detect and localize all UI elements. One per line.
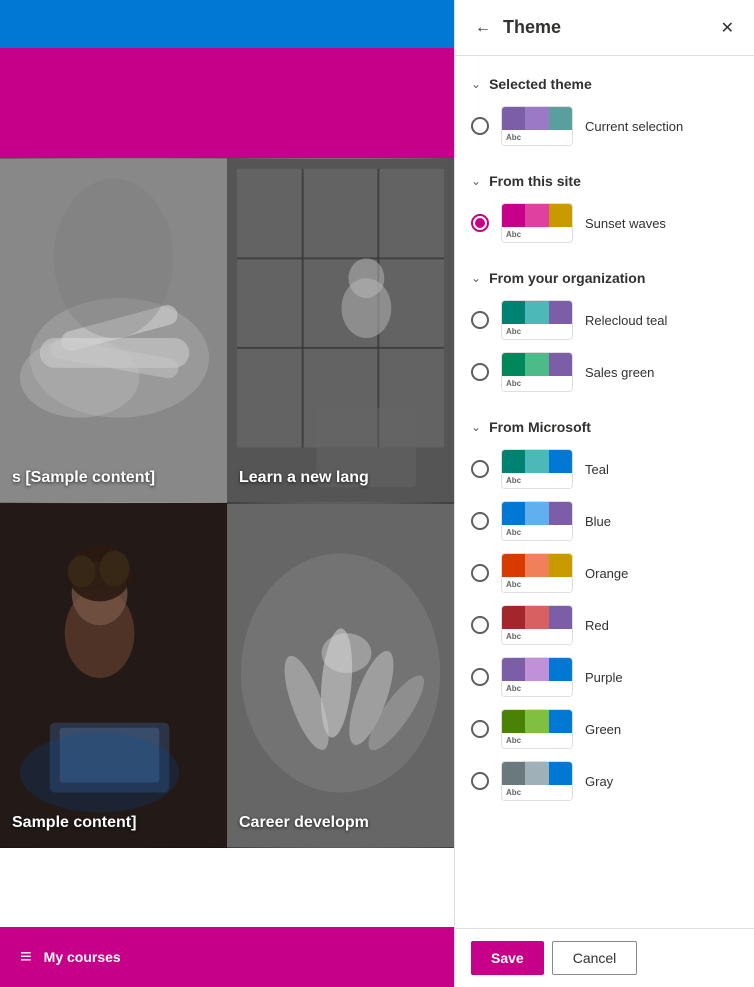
chevron-from-your-org: ⌄ — [471, 271, 481, 285]
theme-label-red: Red — [585, 618, 609, 633]
swatch-green: Abc — [501, 709, 573, 749]
chevron-from-this-site: ⌄ — [471, 174, 481, 188]
close-button[interactable]: ✕ — [717, 14, 738, 42]
swatch-sunset-waves: Abc — [501, 203, 573, 243]
radio-purple[interactable] — [471, 668, 489, 686]
theme-item-teal: Abc Teal — [455, 443, 754, 495]
theme-item-blue: Abc Blue — [455, 495, 754, 547]
theme-item-sales-green: Abc Sales green — [455, 346, 754, 398]
theme-panel: ← Theme ✕ ⌄ Selected theme Abc Current s… — [454, 0, 754, 987]
chevron-from-microsoft: ⌄ — [471, 420, 481, 434]
swatch-red: Abc — [501, 605, 573, 645]
grid-cell-label-2: Sample content] — [12, 814, 136, 832]
theme-label-blue: Blue — [585, 514, 611, 529]
save-button[interactable]: Save — [471, 941, 544, 975]
back-button[interactable]: ← — [471, 15, 495, 41]
section-from-your-org[interactable]: ⌄ From your organization — [455, 258, 754, 294]
section-label-selected-theme: Selected theme — [489, 76, 592, 92]
grid-cell-label-1: Learn a new lang — [239, 469, 369, 487]
radio-teal[interactable] — [471, 460, 489, 478]
swatch-gray: Abc — [501, 761, 573, 801]
section-label-from-your-org: From your organization — [489, 270, 645, 286]
swatch-current-selection: Abc — [501, 106, 573, 146]
panel-title: Theme — [503, 17, 561, 38]
pink-bar — [0, 48, 454, 158]
radio-current-selection[interactable] — [471, 117, 489, 135]
theme-label-gray: Gray — [585, 774, 613, 789]
grid-cell-handshake: s [Sample content] — [0, 158, 227, 503]
chevron-selected-theme: ⌄ — [471, 77, 481, 91]
section-label-from-this-site: From this site — [489, 173, 581, 189]
radio-green[interactable] — [471, 720, 489, 738]
grid-cell-teamwork: Career developm — [227, 503, 454, 848]
theme-label-orange: Orange — [585, 566, 628, 581]
theme-item-sunset-waves: Abc Sunset waves — [455, 197, 754, 249]
theme-item-gray: Abc Gray — [455, 755, 754, 807]
theme-label-relecloud-teal: Relecloud teal — [585, 313, 667, 328]
theme-label-sales-green: Sales green — [585, 365, 654, 380]
radio-red[interactable] — [471, 616, 489, 634]
section-from-this-site[interactable]: ⌄ From this site — [455, 161, 754, 197]
left-content-area: s [Sample content] Learn a new lang — [0, 0, 454, 987]
theme-item-red: Abc Red — [455, 599, 754, 651]
my-courses-label: My courses — [44, 949, 121, 965]
swatch-teal: Abc — [501, 449, 573, 489]
swatch-orange: Abc — [501, 553, 573, 593]
theme-label-teal: Teal — [585, 462, 609, 477]
radio-relecloud-teal[interactable] — [471, 311, 489, 329]
swatch-sales-green: Abc — [501, 352, 573, 392]
swatch-relecloud-teal: Abc — [501, 300, 573, 340]
radio-blue[interactable] — [471, 512, 489, 530]
top-bar — [0, 0, 454, 48]
theme-label-current-selection: Current selection — [585, 119, 683, 134]
section-label-from-microsoft: From Microsoft — [489, 419, 591, 435]
theme-item-purple: Abc Purple — [455, 651, 754, 703]
radio-gray[interactable] — [471, 772, 489, 790]
swatch-purple: Abc — [501, 657, 573, 697]
theme-item-green: Abc Green — [455, 703, 754, 755]
theme-label-green: Green — [585, 722, 621, 737]
my-courses-icon: ≡ — [20, 946, 32, 969]
theme-item-relecloud-teal: Abc Relecloud teal — [455, 294, 754, 346]
panel-body[interactable]: ⌄ Selected theme Abc Current selection ⌄… — [455, 56, 754, 928]
bottom-bar: ≡ My courses — [0, 927, 454, 987]
section-selected-theme[interactable]: ⌄ Selected theme — [455, 64, 754, 100]
grid-cell-label-3: Career developm — [239, 814, 369, 832]
theme-label-sunset-waves: Sunset waves — [585, 216, 666, 231]
cancel-button[interactable]: Cancel — [552, 941, 638, 975]
swatch-blue: Abc — [501, 501, 573, 541]
image-grid: s [Sample content] Learn a new lang — [0, 158, 454, 848]
grid-cell-woman: Sample content] — [0, 503, 227, 848]
grid-cell-label-0: s [Sample content] — [12, 469, 155, 487]
radio-sales-green[interactable] — [471, 363, 489, 381]
radio-orange[interactable] — [471, 564, 489, 582]
panel-footer: Save Cancel — [455, 928, 754, 987]
theme-item-orange: Abc Orange — [455, 547, 754, 599]
grid-cell-office: Learn a new lang — [227, 158, 454, 503]
radio-sunset-waves[interactable] — [471, 214, 489, 232]
panel-header: ← Theme ✕ — [455, 0, 754, 56]
section-from-microsoft[interactable]: ⌄ From Microsoft — [455, 407, 754, 443]
theme-item-current-selection: Abc Current selection — [455, 100, 754, 152]
panel-header-left: ← Theme — [471, 15, 561, 41]
theme-label-purple: Purple — [585, 670, 623, 685]
